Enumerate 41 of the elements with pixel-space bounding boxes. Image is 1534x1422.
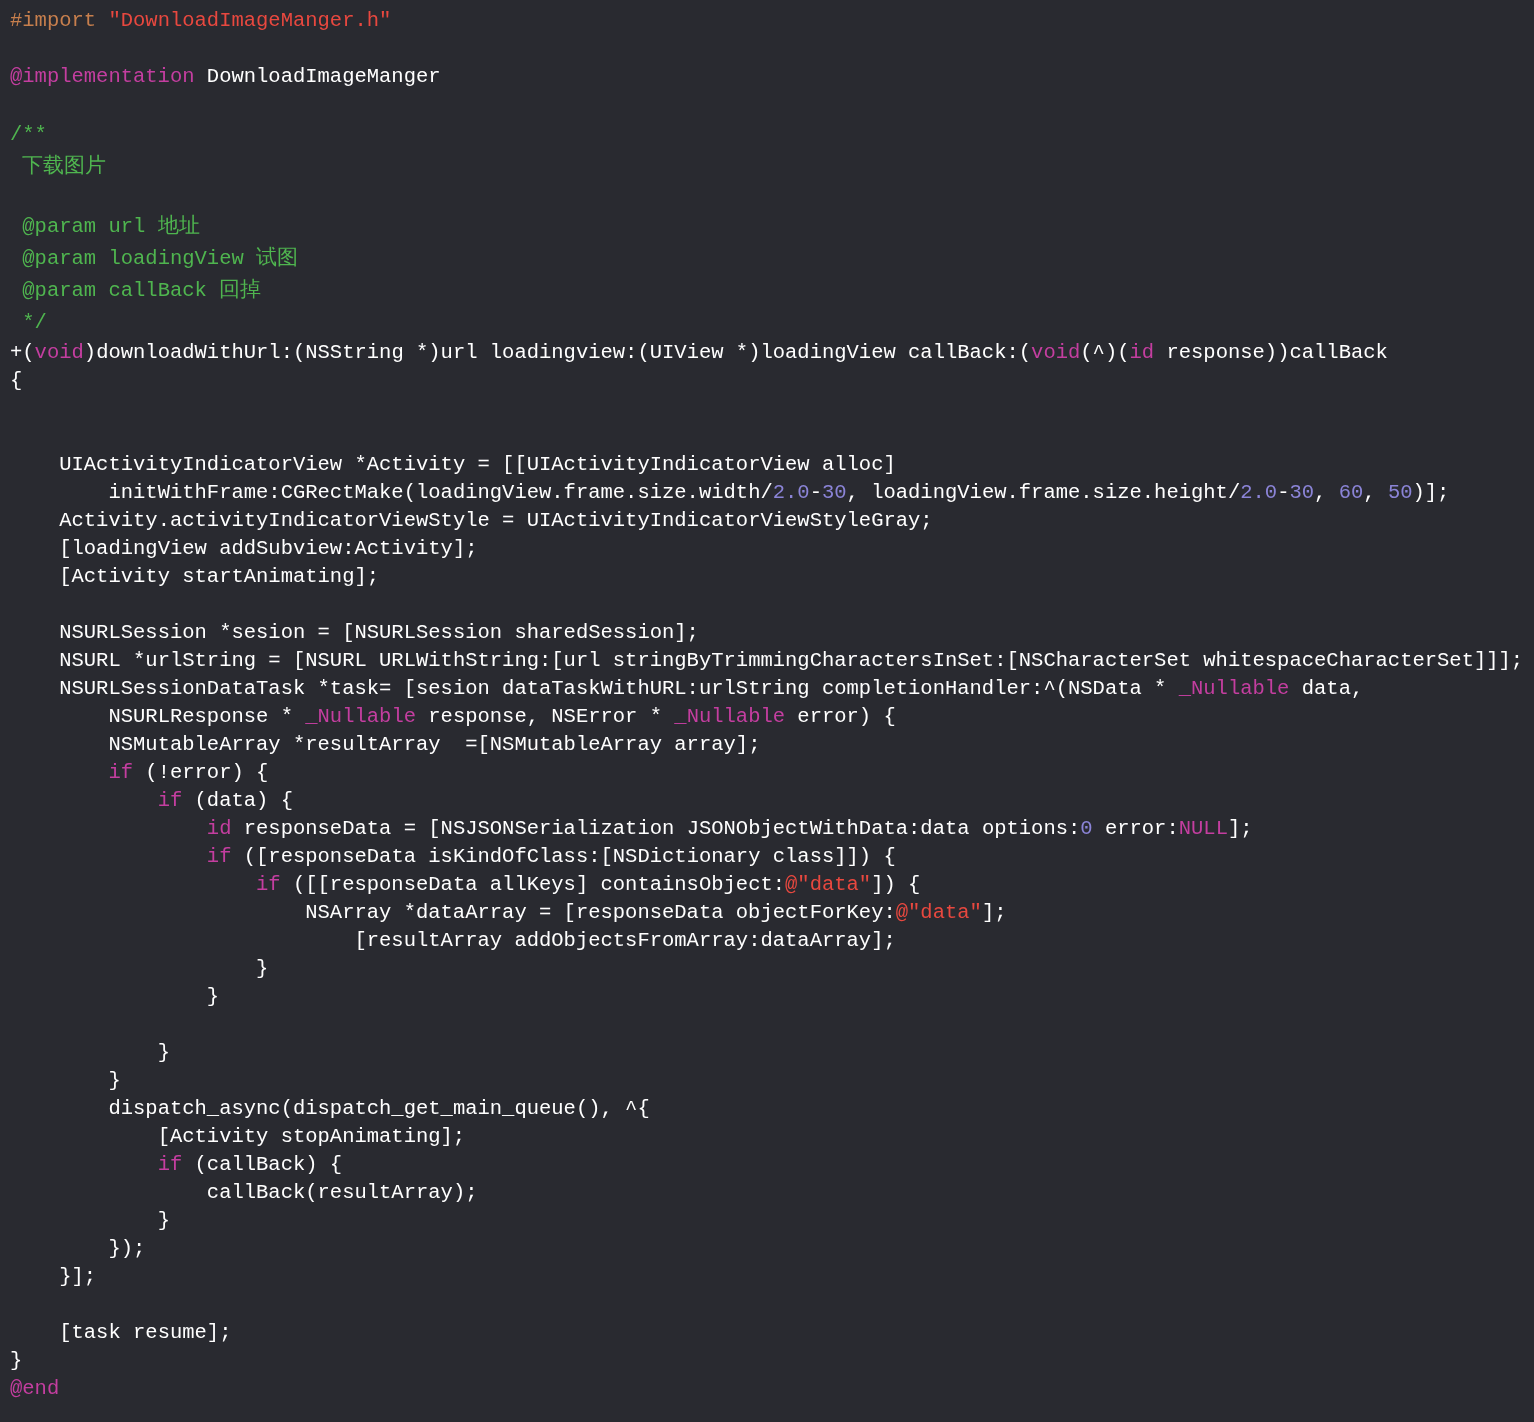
code-line: [task resume]; bbox=[59, 1320, 232, 1346]
code-line: if ([[responseData allKeys] containsObject:@"data"]) { bbox=[256, 872, 921, 898]
code-line: UIActivityIndicatorView *Activity = [[UIActivityIndicatorView alloc] bbox=[59, 452, 896, 478]
code-comment: */ bbox=[22, 310, 47, 336]
code-line: NSURLSessionDataTask *task= [sesion dataTaskWithURL:urlString completionHandler:^(NSData * _Nullable data, bbox=[59, 676, 1364, 702]
code-line: }); bbox=[108, 1236, 146, 1262]
code-line: +(void)downloadWithUrl:(NSString *)url loadingview:(UIView *)loadingView callBack:(void(^)(id response))callBack bbox=[10, 340, 1388, 366]
code-line: } bbox=[157, 1040, 170, 1066]
code-line: [loadingView addSubview:Activity]; bbox=[59, 536, 478, 562]
code-comment: @param url 地址 bbox=[22, 213, 200, 240]
code-line: callBack(resultArray); bbox=[206, 1180, 478, 1206]
code-line: Activity.activityIndicatorViewStyle = UIActivityIndicatorViewStyleGray; bbox=[59, 508, 933, 534]
code-line: } bbox=[108, 1068, 121, 1094]
code-line: NSURLResponse * _Nullable response, NSError * _Nullable error) { bbox=[108, 704, 896, 730]
code-line: if (!error) { bbox=[108, 760, 269, 786]
code-line: } bbox=[206, 984, 220, 1010]
code-line: initWithFrame:CGRectMake(loadingView.frame.size.width/2.0-30, loadingView.frame.size.height/2.0-30, 60, 50)]; bbox=[108, 480, 1450, 506]
code-line: } bbox=[157, 1208, 170, 1234]
code-line: NSURL *urlString = [NSURL URLWithString:[url stringByTrimmingCharactersInSet:[NSCharacterSet whitespaceCharacterSet]]]; bbox=[59, 648, 1524, 674]
code-line: NSArray *dataArray = [responseData objectForKey:@"data"]; bbox=[305, 900, 1007, 926]
code-line: }]; bbox=[59, 1264, 97, 1290]
code-line: @implementation DownloadImageManger bbox=[10, 64, 441, 90]
code-line: if (callBack) { bbox=[157, 1152, 343, 1178]
code-line: NSURLSession *sesion = [NSURLSession sharedSession]; bbox=[59, 620, 699, 646]
code-comment: /** bbox=[10, 122, 47, 148]
code-comment: 下载图片 bbox=[22, 153, 107, 180]
code-line: [Activity startAnimating]; bbox=[59, 564, 380, 590]
code-line: dispatch_async(dispatch_get_main_queue(), ^{ bbox=[108, 1096, 650, 1122]
code-line: } bbox=[256, 956, 269, 982]
code-comment: @param loadingView 试图 bbox=[22, 245, 299, 272]
code-line: #import "DownloadImageManger.h" bbox=[10, 8, 392, 34]
code-line: @end bbox=[10, 1376, 60, 1402]
code-comment: @param callBack 回掉 bbox=[22, 277, 262, 304]
code-line: [resultArray addObjectsFromArray:dataArray]; bbox=[354, 928, 896, 954]
code-line: if (data) { bbox=[157, 788, 293, 814]
code-line: { bbox=[10, 368, 23, 394]
code-line: } bbox=[10, 1348, 23, 1374]
code-line: NSMutableArray *resultArray =[NSMutableArray array]; bbox=[108, 732, 761, 758]
code-line: if ([responseData isKindOfClass:[NSDictionary class]]) { bbox=[206, 844, 896, 870]
code-line: id responseData = [NSJSONSerialization JSONObjectWithData:data options:0 error:NULL]; bbox=[206, 816, 1253, 842]
code-line: [Activity stopAnimating]; bbox=[157, 1124, 466, 1150]
